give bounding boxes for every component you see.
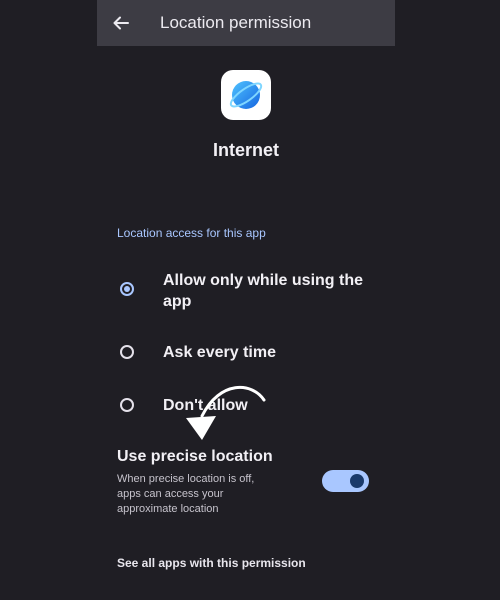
app-icon [221, 70, 271, 120]
option-dont-allow[interactable]: Don't allow [117, 395, 387, 419]
option-allow-while-using[interactable]: Allow only while using the app [117, 270, 387, 314]
toggle-thumb [350, 474, 364, 488]
option-label: Don't allow [163, 397, 248, 414]
option-label: Ask every time [163, 344, 276, 361]
option-ask-every-time[interactable]: Ask every time [117, 342, 387, 366]
arrow-left-icon [113, 16, 129, 30]
section-label: Location access for this app [117, 226, 266, 240]
radio-unselected-icon[interactable] [120, 345, 134, 359]
app-name: Internet [212, 140, 279, 160]
option-label: Allow only while using the app [163, 272, 364, 310]
back-button[interactable] [109, 11, 133, 35]
internet-globe-icon [229, 81, 263, 109]
radio-unselected-icon[interactable] [120, 398, 134, 412]
radio-selected-icon[interactable] [120, 282, 134, 296]
precise-location-title: Use precise location [117, 448, 273, 465]
app-bar: Location permission [97, 0, 395, 46]
page-title: Location permission [160, 13, 312, 32]
see-all-apps-link[interactable]: See all apps with this permission [117, 556, 306, 570]
precise-location-toggle[interactable] [322, 470, 369, 492]
location-permission-screen: Location permission Internet Location ac… [0, 0, 500, 600]
precise-location-description: When precise location is off, apps can a… [117, 473, 255, 515]
